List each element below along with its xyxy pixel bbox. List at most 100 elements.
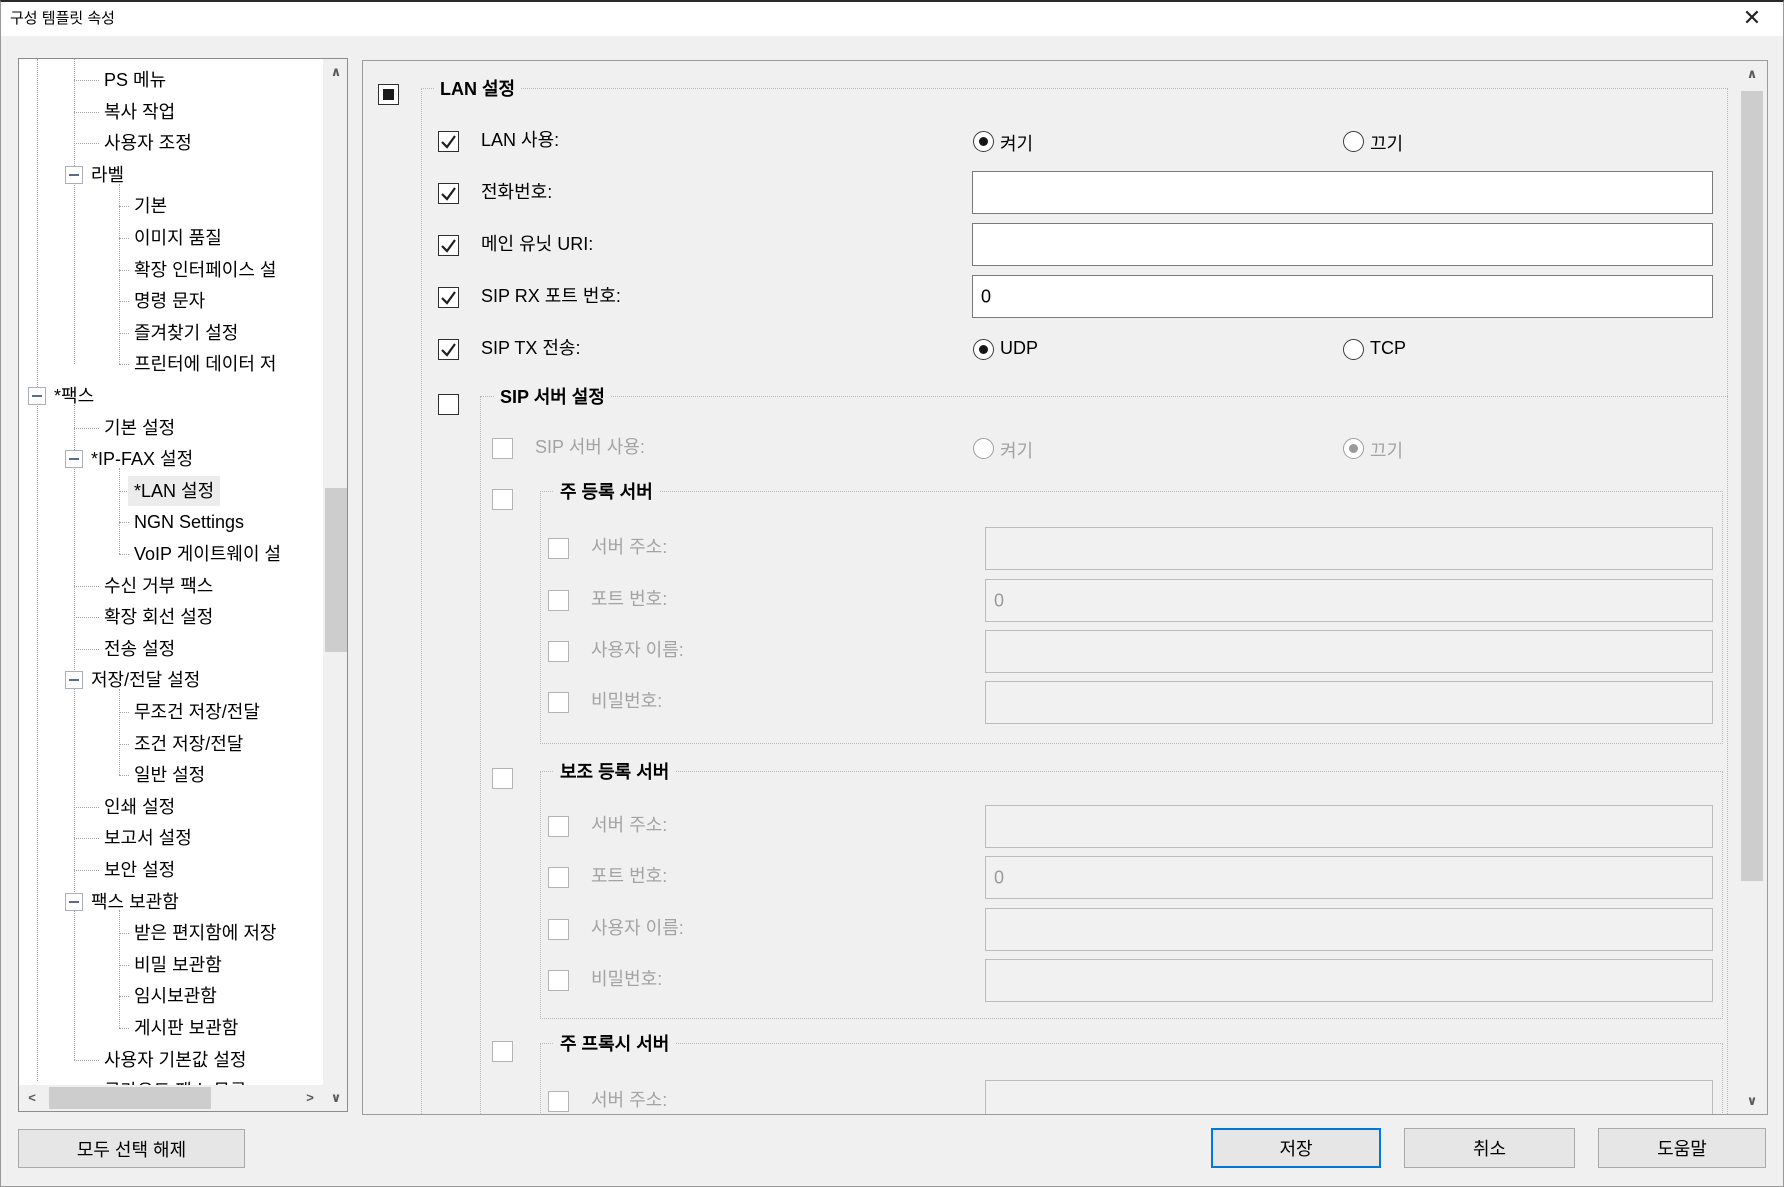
tree-item-저장-전달-설정[interactable]: 저장/전달 설정: [19, 665, 321, 695]
help-button[interactable]: 도움말: [1598, 1128, 1766, 1168]
lan-group-master-checkbox[interactable]: [378, 84, 399, 105]
tree-item-VoIP-게이트웨이-설[interactable]: VoIP 게이트웨이 설: [19, 539, 321, 569]
tree-item-수신-거부-팩스[interactable]: 수신 거부 팩스: [19, 571, 321, 601]
field-input[interactable]: [972, 171, 1713, 214]
radio-끄기[interactable]: [1343, 131, 1364, 152]
tree-item-보안-설정[interactable]: 보안 설정: [19, 855, 321, 885]
server-field-label: 서버 주소:: [591, 815, 667, 836]
tree-item-라벨[interactable]: 라벨: [19, 160, 321, 190]
tree-item-label: PS 메뉴: [104, 65, 166, 95]
tree-connector: [119, 364, 129, 365]
tree-item-label: 팩스 보관함: [91, 887, 179, 917]
tree-item-PS-메뉴[interactable]: PS 메뉴: [19, 65, 321, 95]
field-label: SIP RX 포트 번호:: [481, 286, 621, 307]
server-field-checkbox: [548, 867, 569, 888]
tree-collapse-icon[interactable]: [65, 166, 83, 184]
tree-item-인쇄-설정[interactable]: 인쇄 설정: [19, 792, 321, 822]
tree-connector: [119, 965, 129, 966]
radio-UDP[interactable]: [973, 339, 994, 360]
cancel-button[interactable]: 취소: [1404, 1128, 1575, 1168]
tree-item-무조건-저장-전달[interactable]: 무조건 저장/전달: [19, 697, 321, 727]
save-button[interactable]: 저장: [1211, 1128, 1381, 1168]
tree-collapse-icon[interactable]: [65, 450, 83, 468]
tree-item-프린터에-데이터-저[interactable]: 프린터에 데이터 저: [19, 349, 321, 379]
radio-켜기[interactable]: [973, 131, 994, 152]
tree-item-확장-인터페이스-설[interactable]: 확장 인터페이스 설: [19, 255, 321, 285]
tree-item-팩스-보관함[interactable]: 팩스 보관함: [19, 887, 321, 917]
server-field-input: [985, 959, 1713, 1002]
tree-scroll-up-icon[interactable]: ∧: [323, 59, 347, 85]
field-input[interactable]: 0: [972, 275, 1713, 318]
tree-item-즐겨찾기-설정[interactable]: 즐겨찾기 설정: [19, 318, 321, 348]
tree-collapse-icon[interactable]: [65, 893, 83, 911]
minus-glyph: [69, 679, 79, 681]
close-icon[interactable]: ✕: [1736, 4, 1768, 32]
field-checkbox[interactable]: [438, 235, 459, 256]
tree-item-사용자-기본값-설정[interactable]: 사용자 기본값 설정: [19, 1045, 321, 1075]
cancel-button-label: 취소: [1405, 1135, 1574, 1161]
server-field-label: 사용자 이름:: [591, 918, 684, 939]
tree-item-label: 조건 저장/전달: [134, 729, 243, 759]
tree-hscroll-thumb[interactable]: [49, 1087, 211, 1109]
tree-item-복사-작업[interactable]: 복사 작업: [19, 97, 321, 127]
tree-item-이미지-품질[interactable]: 이미지 품질: [19, 223, 321, 253]
server-field-checkbox: [548, 816, 569, 837]
server-field-label: 서버 주소:: [591, 537, 667, 558]
tree-item--IP-FAX-설정[interactable]: *IP-FAX 설정: [19, 444, 321, 474]
tree-item-받은-편지함에-저장[interactable]: 받은 편지함에 저장: [19, 918, 321, 948]
check-icon: [439, 236, 458, 255]
field-checkbox[interactable]: [438, 339, 459, 360]
check-icon: [439, 132, 458, 151]
radio-TCP[interactable]: [1343, 339, 1364, 360]
tree-item-NGN-Settings[interactable]: NGN Settings: [19, 507, 321, 537]
tree-item-전송-설정[interactable]: 전송 설정: [19, 634, 321, 664]
tree-item-확장-회선-설정[interactable]: 확장 회선 설정: [19, 602, 321, 632]
server-field-checkbox: [548, 970, 569, 991]
main-vscroll-thumb[interactable]: [1741, 91, 1763, 881]
tree-item-일반-설정[interactable]: 일반 설정: [19, 760, 321, 790]
tree-item-임시보관함[interactable]: 임시보관함: [19, 981, 321, 1011]
field-checkbox[interactable]: [438, 131, 459, 152]
tree-scroll-right-icon[interactable]: >: [297, 1085, 323, 1111]
sip-group-checkbox[interactable]: [438, 394, 459, 415]
tree-item-label: 보고서 설정: [104, 823, 192, 853]
server-group-0-label: 주 등록 서버: [554, 478, 659, 504]
tree-connector: [119, 206, 129, 207]
tree-item-보고서-설정[interactable]: 보고서 설정: [19, 823, 321, 853]
tree-scroll-down-icon[interactable]: ∨: [323, 1085, 347, 1111]
deselect-all-button[interactable]: 모두 선택 해제: [18, 1129, 245, 1168]
tree-connector: [119, 238, 129, 239]
field-checkbox[interactable]: [438, 287, 459, 308]
save-button-label: 저장: [1213, 1135, 1379, 1161]
server-group-checkbox: [492, 768, 513, 789]
field-checkbox[interactable]: [438, 183, 459, 204]
field-label: 전화번호:: [481, 182, 552, 203]
tree-item--LAN-설정[interactable]: *LAN 설정: [19, 476, 321, 506]
tree-collapse-icon[interactable]: [65, 671, 83, 689]
tree-scroll-left-icon[interactable]: <: [19, 1085, 45, 1111]
tree-item-label: 게시판 보관함: [134, 1013, 238, 1043]
radio-dot: [979, 345, 988, 354]
tree-item-label: 무조건 저장/전달: [134, 697, 260, 727]
tree-item-기본-설정[interactable]: 기본 설정: [19, 413, 321, 443]
lan-settings-panel: LAN 설정LAN 사용:켜기끄기전화번호:메인 유닛 URI:SIP RX 포…: [362, 60, 1768, 1115]
tree-collapse-icon[interactable]: [28, 387, 46, 405]
tree-item-label: 임시보관함: [134, 981, 217, 1011]
input-value: 0: [981, 286, 991, 307]
tree-connector: [74, 143, 99, 144]
tree-connector: [119, 333, 129, 334]
tree-item--팩스[interactable]: *팩스: [19, 381, 321, 411]
tree-item-게시판-보관함[interactable]: 게시판 보관함: [19, 1013, 321, 1043]
server-group-2-label: 주 프록시 서버: [554, 1030, 675, 1056]
tree-item-명령-문자[interactable]: 명령 문자: [19, 286, 321, 316]
tree-vscroll-thumb[interactable]: [325, 488, 347, 652]
tree-item-사용자-조정[interactable]: 사용자 조정: [19, 128, 321, 158]
main-scroll-down-icon[interactable]: ∨: [1739, 1088, 1765, 1114]
field-input[interactable]: [972, 223, 1713, 266]
tree-item-비밀-보관함[interactable]: 비밀 보관함: [19, 950, 321, 980]
tree-item-label: 사용자 조정: [104, 128, 192, 158]
tree-item-기본[interactable]: 기본: [19, 191, 321, 221]
tree-item-조건-저장-전달[interactable]: 조건 저장/전달: [19, 729, 321, 759]
main-scroll-up-icon[interactable]: ∧: [1739, 61, 1765, 87]
server-field-label: 비밀번호:: [591, 969, 662, 990]
